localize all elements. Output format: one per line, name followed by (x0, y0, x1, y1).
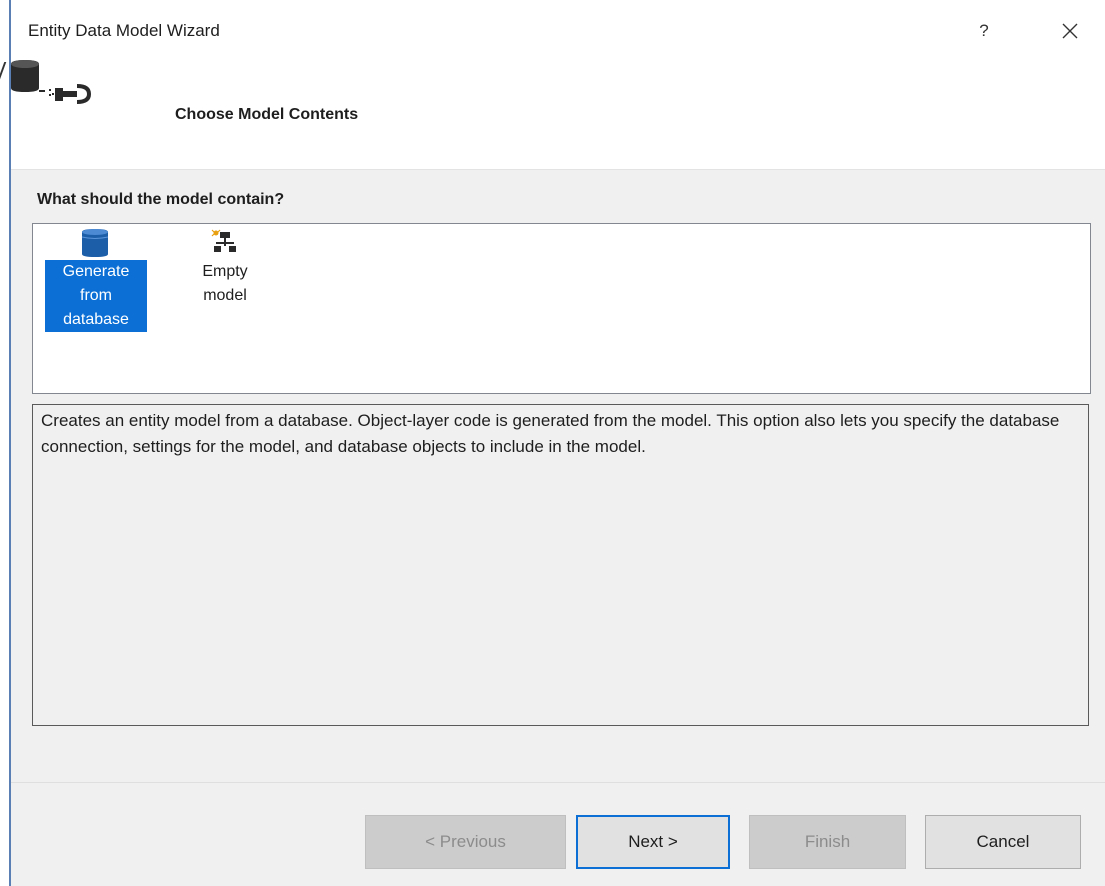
option-empty-model[interactable]: Empty model (174, 224, 274, 344)
page-title: Choose Model Contents (175, 106, 359, 123)
empty-model-icon (211, 229, 236, 252)
help-button[interactable]: ? (973, 18, 995, 44)
close-button[interactable] (1055, 16, 1085, 46)
next-button[interactable]: Next > (576, 815, 730, 869)
option-description: Creates an entity model from a database.… (32, 404, 1089, 726)
wizard-header: Choose Model Contents (11, 60, 1105, 170)
footer-divider (11, 782, 1105, 783)
close-icon (1062, 23, 1078, 39)
finish-button[interactable]: Finish (749, 815, 906, 869)
model-contents-question: What should the model contain? (37, 191, 285, 208)
wizard-dialog: Entity Data Model Wizard ? Choose Model … (11, 0, 1105, 886)
option-generate-from-database[interactable]: Generate from database (45, 224, 147, 344)
option-label: Empty model (202, 263, 248, 304)
model-contents-list[interactable]: Generate from database Empty model (32, 223, 1091, 394)
option-label: Generate from database (45, 260, 147, 332)
cancel-button[interactable]: Cancel (925, 815, 1081, 869)
title-bar: Entity Data Model Wizard ? (11, 0, 1105, 60)
database-icon (81, 229, 109, 257)
database-plug-icon (11, 60, 91, 104)
previous-button[interactable]: < Previous (365, 815, 566, 869)
window-title: Entity Data Model Wizard (28, 21, 220, 40)
